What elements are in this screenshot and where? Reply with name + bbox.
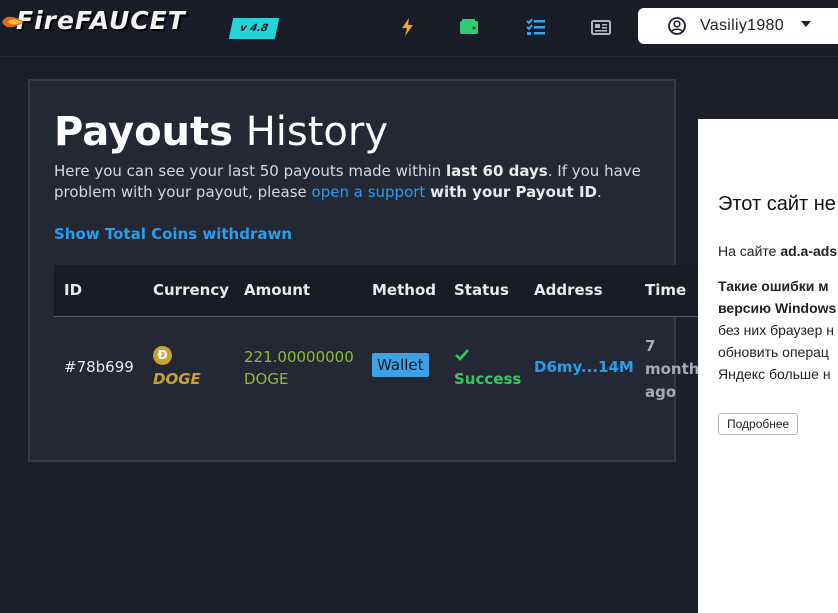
- amount-unit: DOGE: [244, 370, 289, 388]
- payout-id: #78b699: [64, 358, 134, 376]
- open-support-link[interactable]: open a support: [312, 183, 426, 201]
- header-method: Method: [372, 281, 436, 299]
- version-badge: v 4.8: [228, 18, 280, 39]
- header-currency: Currency: [153, 281, 230, 299]
- username: Vasiliy1980: [700, 17, 784, 34]
- ad-line-2: Такие ошибки м: [718, 278, 829, 294]
- time-line-1: 7: [645, 337, 656, 355]
- page-title: Payouts History: [54, 109, 388, 155]
- ad-line-4: без них браузер н: [718, 322, 834, 338]
- payout-amount: 221.00000000 DOGE: [244, 346, 359, 390]
- header-time: Time: [645, 281, 687, 299]
- wallet-icon[interactable]: [459, 17, 479, 37]
- ad-line-5: обновить операц: [718, 344, 829, 360]
- header-address: Address: [534, 281, 603, 299]
- ad-line-3: версию Windows: [718, 300, 837, 316]
- check-icon: [455, 349, 469, 361]
- ad-panel: Этот сайт не На сайте ad.a-ads Такие оши…: [698, 119, 838, 613]
- desc-bold-2: with your Payout ID: [430, 183, 597, 201]
- user-menu-button[interactable]: Vasiliy1980: [638, 8, 838, 44]
- desc-end: .: [596, 183, 602, 201]
- payout-address-link[interactable]: D6my...14M: [534, 358, 634, 376]
- logo-main: FAUCET: [74, 6, 186, 35]
- payouts-table: ID Currency Amount Method Status Address…: [54, 265, 708, 414]
- status-text: Success: [454, 370, 522, 388]
- title-bold: Payouts: [54, 109, 233, 155]
- desc-text-1: Here you can see your last 50 payouts ma…: [54, 162, 446, 180]
- amount-value: 221.00000000: [244, 348, 354, 366]
- top-navbar: FireFAUCET v 4.8 Vasiliy1980: [0, 0, 838, 57]
- time-line-3: ago: [645, 383, 677, 401]
- ad-line-1-prefix: На сайте: [718, 243, 781, 259]
- header-id: ID: [64, 281, 83, 299]
- method-badge: Wallet: [372, 353, 429, 377]
- user-circle-icon: [668, 17, 686, 35]
- table-header: ID Currency Amount Method Status Address…: [54, 265, 698, 317]
- flame-icon: [2, 16, 24, 28]
- header-status: Status: [454, 281, 509, 299]
- doge-coin-icon: Ð: [153, 346, 172, 365]
- lightning-icon[interactable]: [398, 17, 418, 37]
- desc-bold-1: last 60 days: [445, 162, 548, 180]
- table-row: #78b699 Ð DOGE 221.00000000 DOGE Wallet …: [54, 317, 708, 414]
- chevron-down-icon: [801, 21, 811, 27]
- header-amount: Amount: [244, 281, 311, 299]
- site-logo[interactable]: FireFAUCET: [0, 2, 186, 42]
- ad-title: Этот сайт не: [718, 193, 836, 215]
- ad-line-1-bold: ad.a-ads: [780, 243, 838, 259]
- title-light: History: [245, 109, 388, 155]
- ad-line-6: Яндекс больше н: [718, 366, 831, 382]
- page-description: Here you can see your last 50 payouts ma…: [54, 161, 659, 203]
- ad-line-1: На сайте ad.a-ads: [718, 243, 837, 259]
- time-line-2: months: [645, 360, 709, 378]
- tasks-icon[interactable]: [526, 17, 546, 37]
- show-total-link[interactable]: Show Total Coins withdrawn: [54, 225, 292, 243]
- currency-label: DOGE: [153, 370, 201, 388]
- payout-time: 7 months ago: [645, 335, 709, 404]
- news-icon[interactable]: [591, 17, 611, 37]
- payouts-card: Payouts History Here you can see your la…: [28, 79, 708, 462]
- ad-more-button[interactable]: Подробнее: [718, 413, 799, 435]
